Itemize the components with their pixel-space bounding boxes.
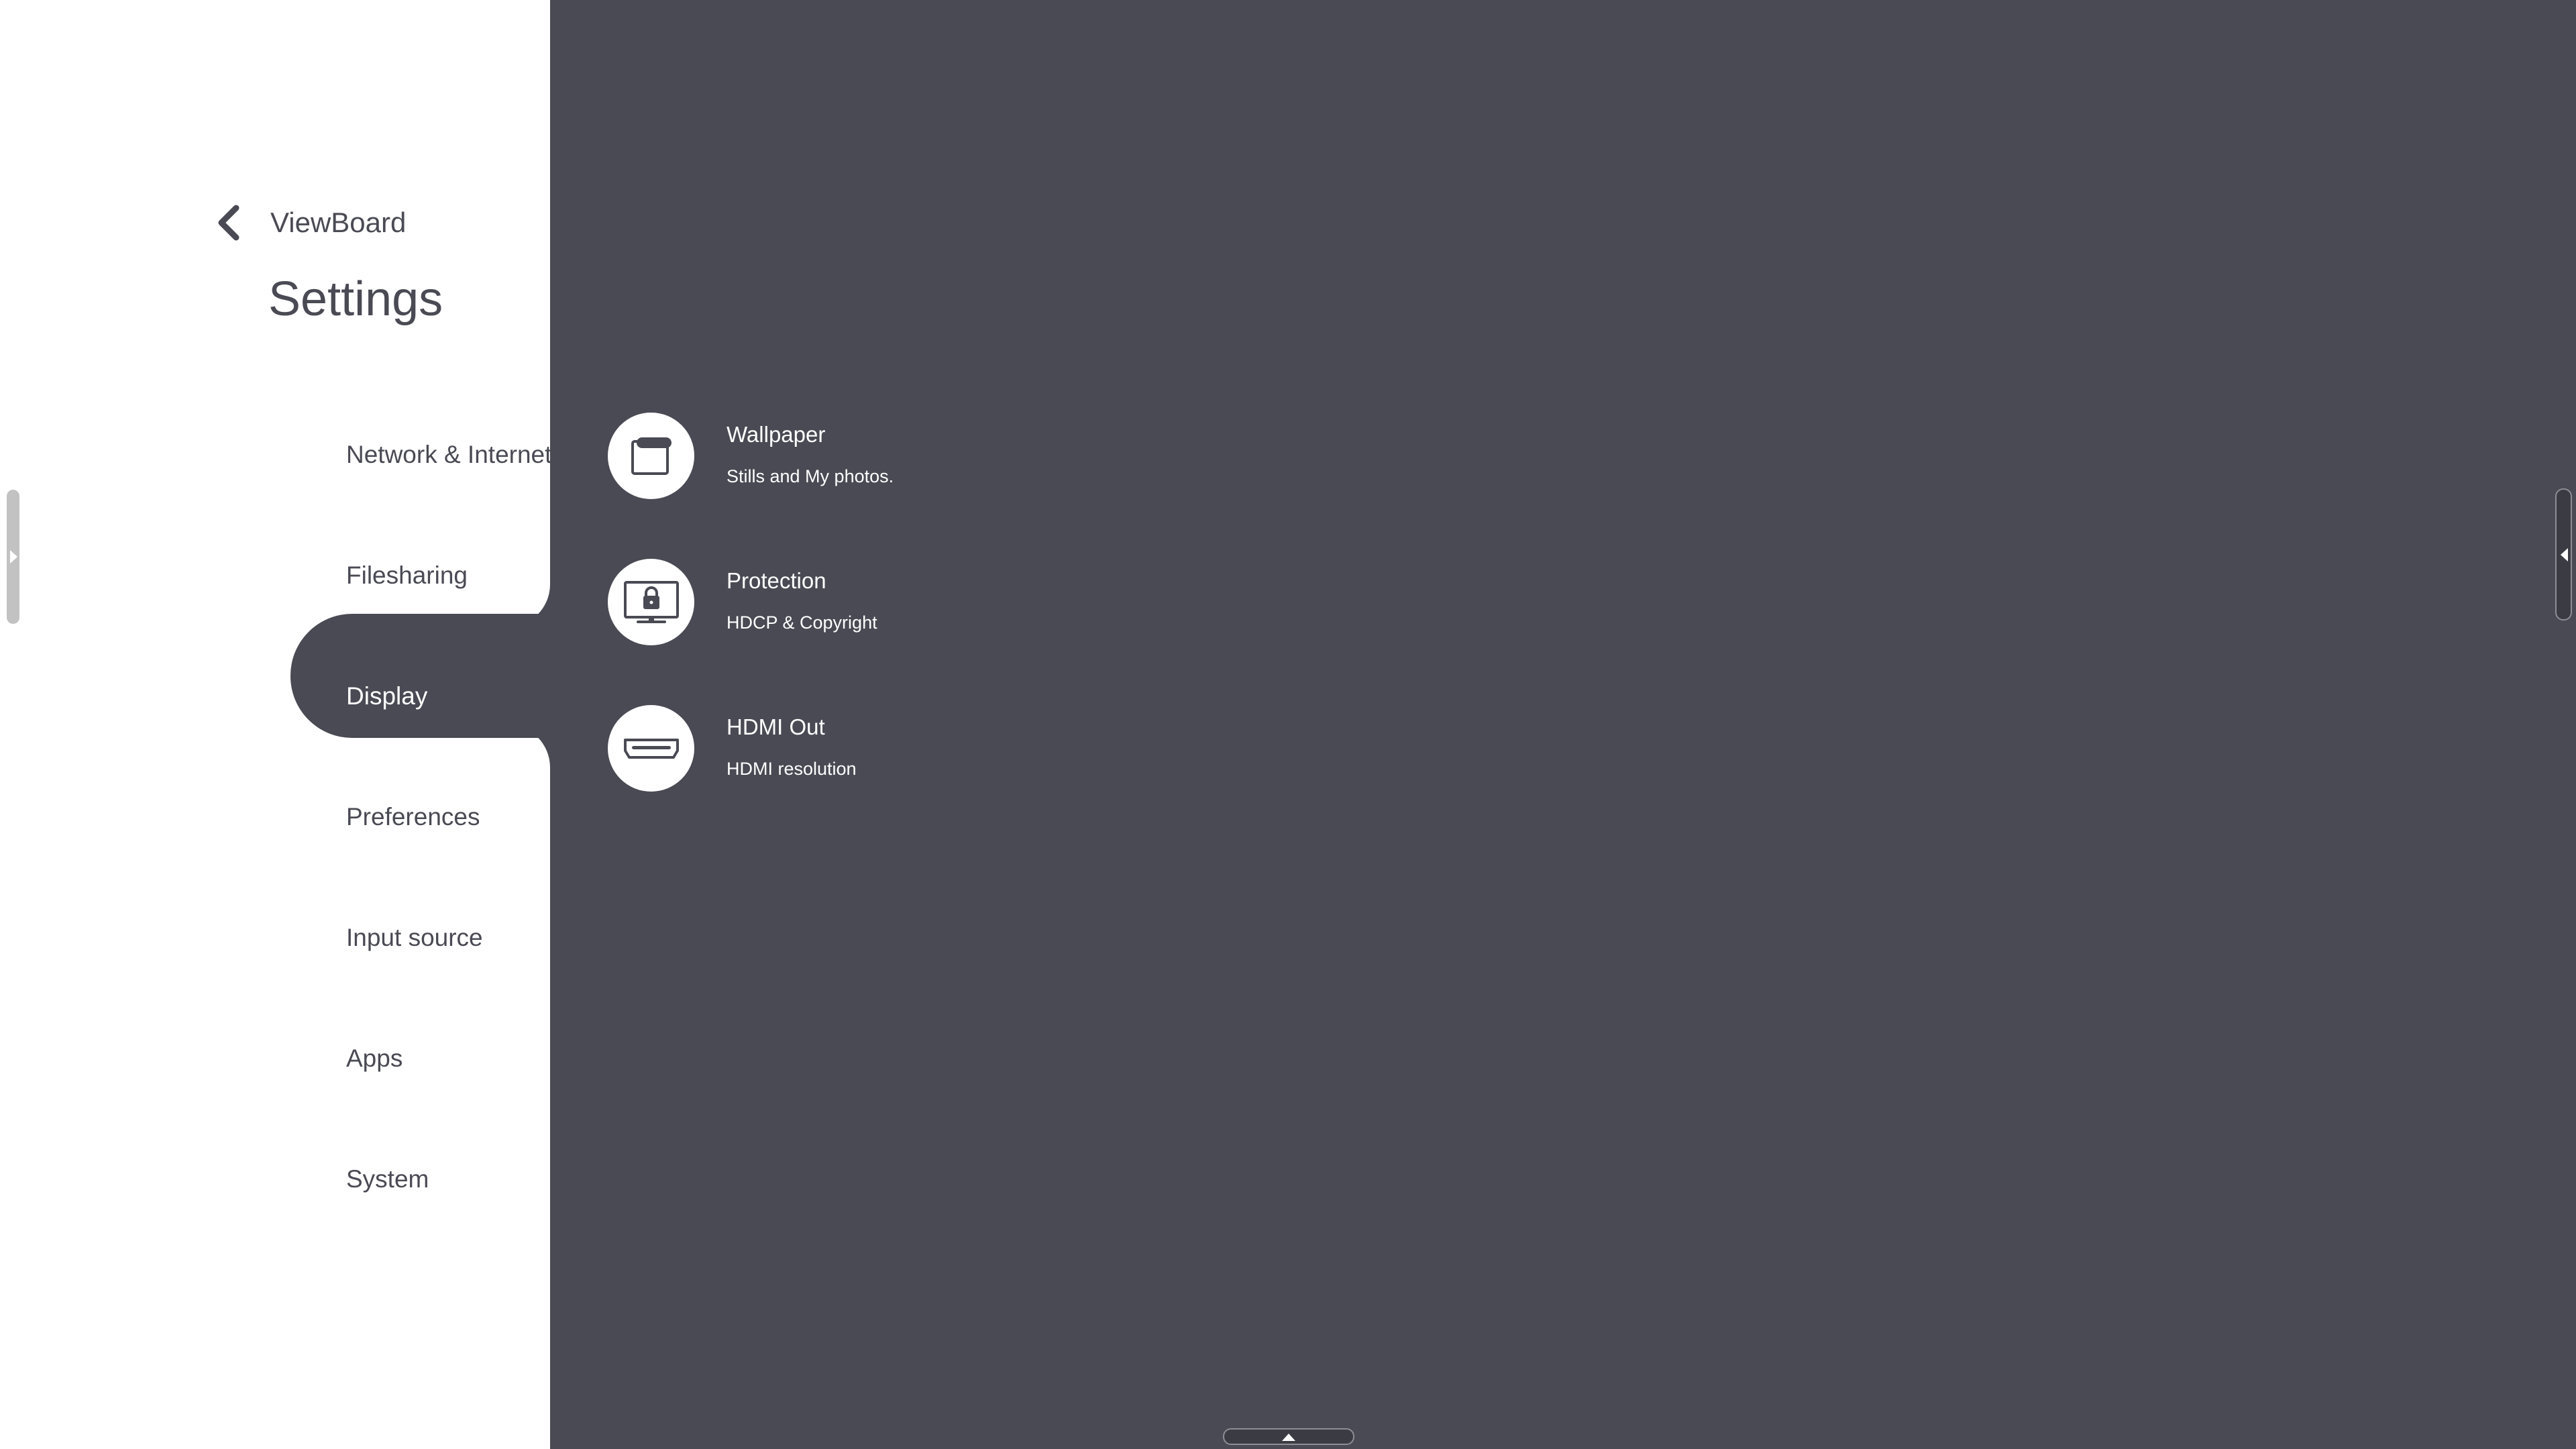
sidebar-item-input-source[interactable]: Input source bbox=[346, 918, 483, 958]
wallpaper-title: Wallpaper bbox=[727, 422, 826, 447]
protection-icon-circle bbox=[608, 559, 694, 645]
protection-setting[interactable]: Protection HDCP & Copyright bbox=[608, 559, 1144, 646]
hdmi-out-setting[interactable]: HDMI Out HDMI resolution bbox=[608, 705, 1144, 792]
sidebar-item-network-internet[interactable]: Network & Internet bbox=[346, 435, 551, 475]
chevron-left-icon bbox=[218, 205, 239, 241]
sidebar-item-preferences[interactable]: Preferences bbox=[346, 797, 480, 837]
protection-title: Protection bbox=[727, 568, 826, 593]
sidebar-item-filesharing[interactable]: Filesharing bbox=[346, 555, 468, 596]
wallpaper-icon bbox=[631, 437, 672, 475]
hdmi-out-title: HDMI Out bbox=[727, 714, 825, 739]
hdmi-port-icon bbox=[623, 738, 679, 759]
protection-subtitle: HDCP & Copyright bbox=[727, 612, 877, 633]
sidebar-item-system[interactable]: System bbox=[346, 1159, 429, 1199]
arrow-right-icon bbox=[9, 550, 17, 564]
breadcrumb[interactable]: ViewBoard bbox=[270, 207, 406, 239]
hdmi-out-subtitle: HDMI resolution bbox=[727, 759, 857, 779]
wallpaper-subtitle: Stills and My photos. bbox=[727, 466, 894, 486]
active-menu-highlight bbox=[290, 614, 572, 738]
wallpaper-setting[interactable]: Wallpaper Stills and My photos. bbox=[608, 413, 1144, 500]
bottom-edge-handle[interactable] bbox=[1223, 1428, 1354, 1445]
right-edge-handle[interactable] bbox=[2555, 488, 2572, 621]
sidebar-item-display[interactable]: Display bbox=[346, 676, 427, 716]
monitor-lock-icon bbox=[623, 580, 679, 623]
hdmi-out-icon-circle bbox=[608, 705, 694, 792]
arrow-left-icon bbox=[2560, 547, 2568, 561]
back-button[interactable] bbox=[208, 201, 251, 244]
left-edge-handle[interactable] bbox=[7, 490, 19, 624]
arrow-up-icon bbox=[1282, 1433, 1295, 1441]
sidebar-item-apps[interactable]: Apps bbox=[346, 1038, 402, 1079]
page-title: Settings bbox=[268, 272, 443, 326]
wallpaper-icon-circle bbox=[608, 413, 694, 499]
